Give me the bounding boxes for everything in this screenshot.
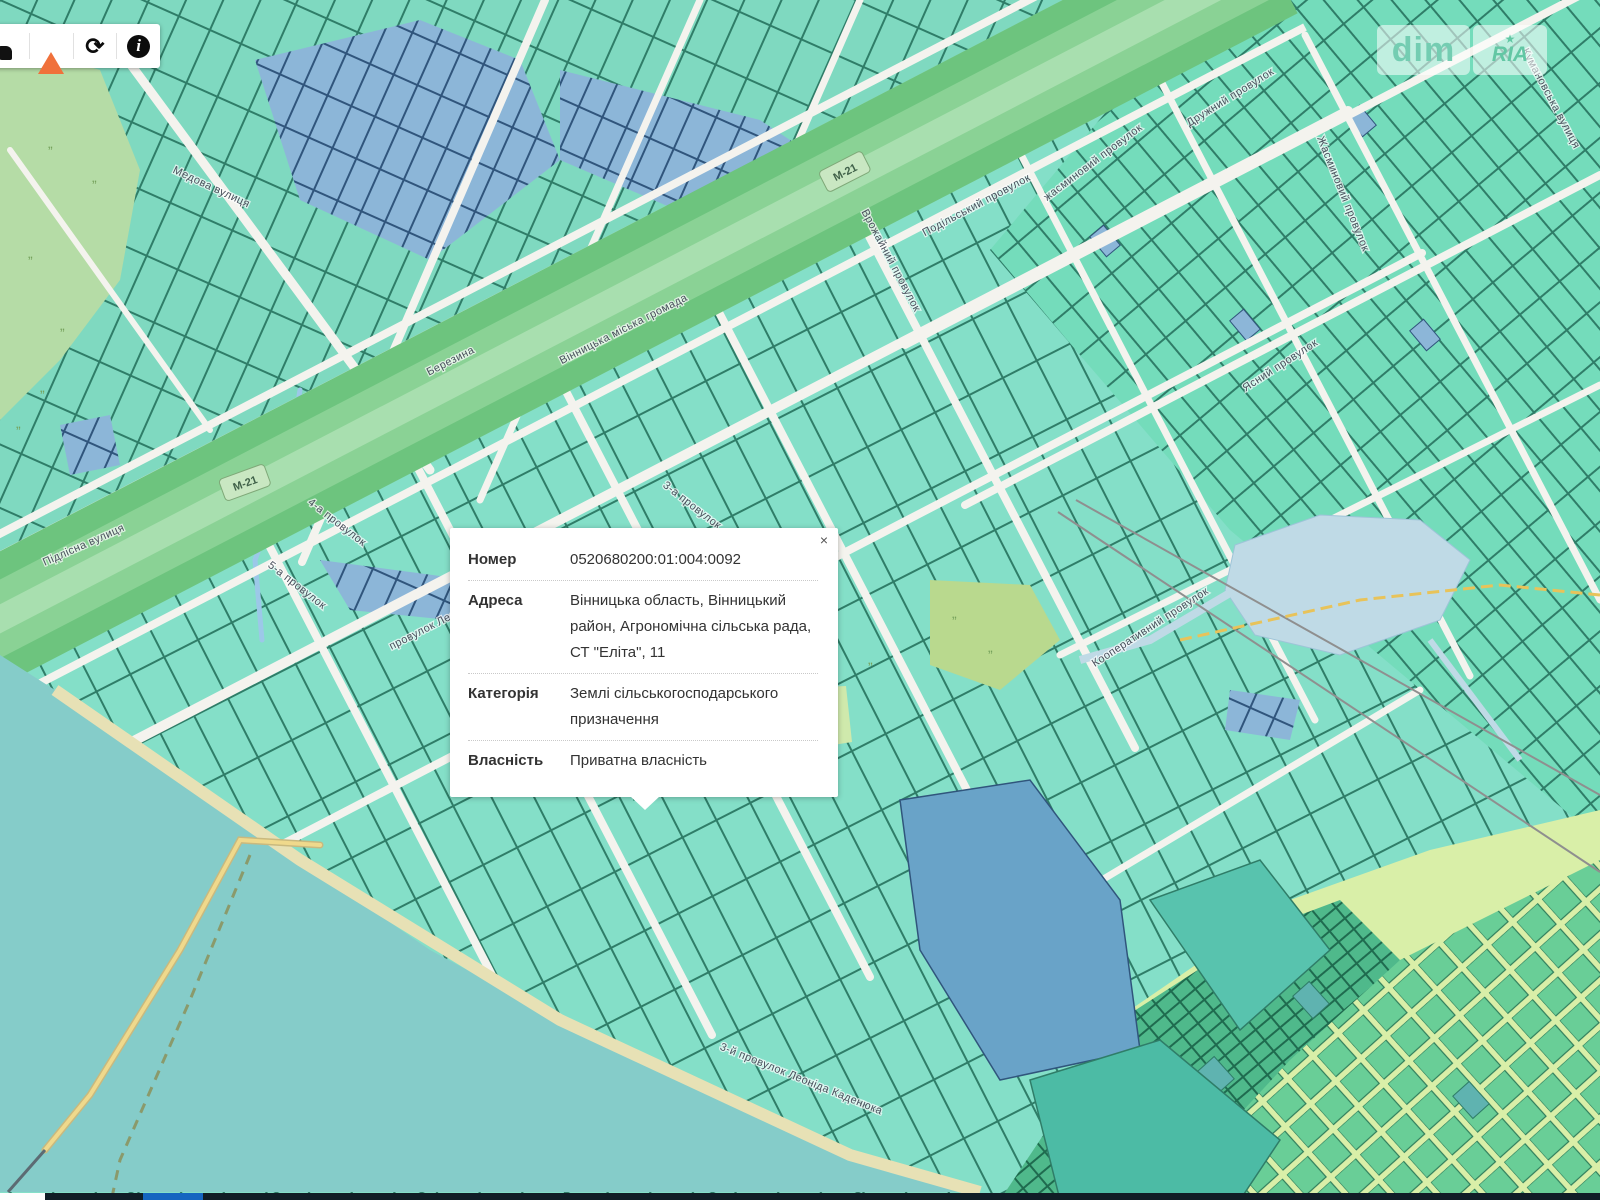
close-icon[interactable]: ×: [820, 533, 828, 547]
ria-watermark: ★ RIA: [1473, 25, 1547, 75]
svg-text:„: „: [60, 317, 65, 333]
refresh-icon: ⟳: [85, 35, 104, 58]
warning-button[interactable]: !: [30, 24, 73, 68]
svg-text:„: „: [868, 651, 873, 667]
dim-watermark: dim: [1377, 25, 1470, 75]
svg-text:„: „: [988, 639, 993, 655]
warning-icon: !: [38, 35, 64, 57]
svg-text:„: „: [92, 169, 97, 185]
tools-icon: [0, 46, 12, 60]
ria-logo: RIA: [1492, 44, 1528, 65]
svg-text:„: „: [952, 605, 957, 621]
bottom-bar-blue-segment: [143, 1193, 203, 1200]
info-icon: i: [127, 35, 150, 58]
row-label: Категорія: [468, 681, 570, 733]
svg-text:„: „: [16, 415, 21, 431]
info-button[interactable]: i: [117, 24, 160, 68]
dim-logo: dim: [1392, 33, 1455, 67]
bottom-bar: [45, 1193, 1600, 1200]
row-label: Власність: [468, 748, 570, 774]
parcel-info-popup: × Номер 0520680200:01:004:0092 Адреса Ві…: [450, 528, 838, 797]
bottom-bar-light-segment: [0, 1193, 45, 1200]
popup-pointer: [630, 796, 660, 810]
popup-row-address: Адреса Вінницька область, Вінницький рай…: [468, 580, 818, 673]
popup-row-category: Категорія Землі сільськогосподарського п…: [468, 673, 818, 740]
popup-row-number: Номер 0520680200:01:004:0092: [468, 540, 818, 580]
row-value: Землі сільськогосподарського призначення: [570, 681, 818, 733]
row-value: 0520680200:01:004:0092: [570, 547, 818, 573]
tools-button[interactable]: [0, 24, 29, 68]
row-label: Адреса: [468, 588, 570, 666]
row-value: Вінницька область, Вінницький район, Агр…: [570, 588, 818, 666]
refresh-button[interactable]: ⟳: [74, 24, 117, 68]
map-screen: „„ „„ „„ „„ „ М-21М-21 Медова вулицяПідл…: [0, 0, 1600, 1200]
popup-row-ownership: Власність Приватна власність: [468, 740, 818, 781]
row-label: Номер: [468, 547, 570, 573]
svg-text:„: „: [40, 379, 45, 395]
row-value: Приватна власність: [570, 748, 818, 774]
svg-text:„: „: [28, 245, 33, 261]
map-toolbar: ! ⟳ i: [0, 24, 160, 68]
svg-text:„: „: [48, 135, 53, 151]
